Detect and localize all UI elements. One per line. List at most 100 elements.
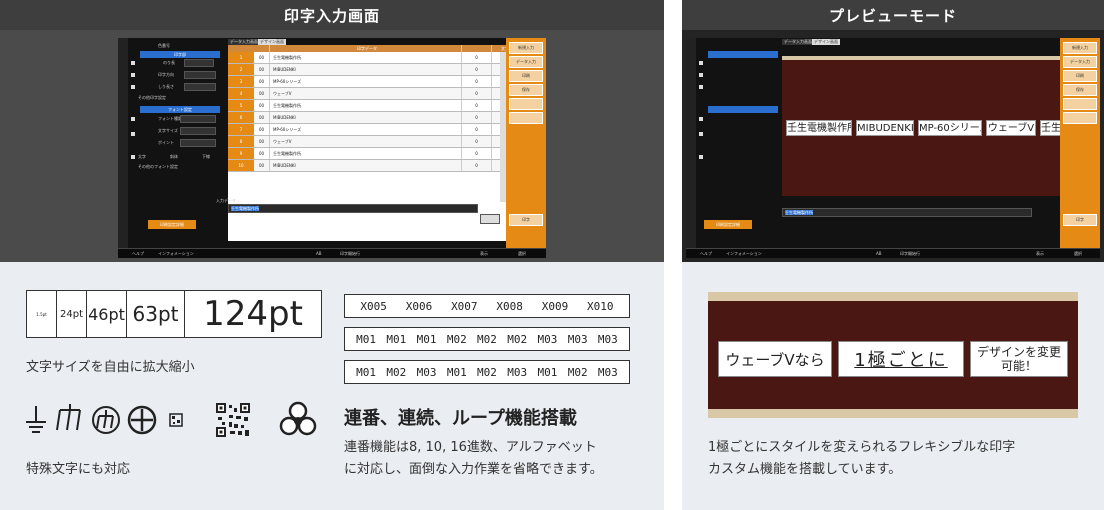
toolbar-button[interactable] [1063,112,1097,124]
preview-label[interactable]: ウェーブV [986,120,1036,136]
toolbar-button[interactable] [509,112,543,124]
prop-field[interactable] [184,83,216,91]
feature-desc: 連番機能は8, 10, 16進数、アルファベット [344,440,597,455]
right-toolbar: 新規入力 データ入力 印刷 保存 印字 [1060,38,1100,258]
checkbox[interactable] [131,117,135,121]
tab-design[interactable]: デザイン画面 [812,39,840,45]
prop-field[interactable] [184,59,214,67]
toolbar-button[interactable]: 新規入力 [1063,42,1097,54]
preview-label[interactable]: MIBUDENKI [856,120,914,136]
circle-plus-icon [127,405,157,435]
frame-ground-icon [56,404,81,431]
toolbar-button[interactable]: 印刷 [1063,70,1097,82]
toolbar-button[interactable]: データ入力 [509,56,543,68]
grid-row[interactable]: 1000MIBUDENKI0[] [228,160,546,172]
sidebar-section-print[interactable]: 印字部 [140,51,220,58]
grid-row[interactable]: 900壬生電機製作所0[] [228,148,546,160]
sequence-item: X005 [360,299,387,313]
custom-label-preview: ウェーブVなら 1極ごとに デザインを変更可能！ [708,292,1078,418]
prop-label[interactable]: その他のフォント設定 [138,164,178,170]
sidebar-section-font[interactable] [708,106,778,113]
grid-row[interactable]: 200MIBUDENKI0[] [228,64,546,76]
preview-label[interactable]: MP-60シリーズ [918,120,982,136]
print-button[interactable]: 印字 [1063,214,1097,226]
sequence-item: M02 [567,365,588,379]
toolbar-button[interactable] [1063,98,1097,110]
small-qr-icon [169,413,183,427]
prop-label: フォント種類 [158,116,182,121]
right-panel: プレビューモード データ入力画面 デザイン画面 壬生電機製作所 MIBUDENK… [682,0,1104,510]
qr-code-icon [216,400,250,440]
tab-data-input[interactable]: データ入力画面 [782,39,814,45]
sequence-item: M01 [356,332,377,346]
size-caption: 文字サイズを自由に拡大縮小 [26,360,195,375]
grid-cell: 00 [254,52,270,63]
grid-row[interactable]: 800ウェーブV0[] [228,136,546,148]
sequence-item: M02 [386,365,407,379]
grid-cell: MIBUDENKI [270,112,462,123]
checkbox[interactable] [131,73,135,77]
sequence-item: M01 [386,332,407,346]
prop-label[interactable]: その他印字設定 [138,95,166,101]
right-panel-title: プレビューモード [682,0,1104,30]
grid-row[interactable]: 700MP-60シリーズ0[] [228,124,546,136]
check-label: 斜体 [170,154,178,159]
prop-label: 色番号 [158,43,170,48]
left-panel-title: 印字入力画面 [0,0,664,30]
grid-cell: 00 [254,124,270,135]
special-caption: 特殊文字にも対応 [26,462,131,477]
custom-label: 1極ごとに [838,341,964,377]
print-settings-button[interactable]: 印刷設定詳細 [704,220,752,229]
checkbox[interactable] [699,85,703,89]
grid-row[interactable]: 400ウェーブV0[] [228,88,546,100]
sequence-item: M01 [416,332,437,346]
size-sample: 46pt [87,291,127,337]
prop-label: 文字サイズ [158,128,178,133]
checkbox[interactable] [131,155,135,159]
feature-desc: に対応し、面倒な入力作業を省略できます。 [344,462,603,477]
prop-field[interactable] [180,127,216,135]
toolbar-button[interactable]: 印刷 [509,70,543,82]
checkbox[interactable] [131,132,135,136]
prop-field[interactable] [184,71,216,79]
check-label: 太字 [138,154,146,159]
print-settings-button[interactable]: 印刷設定詳細 [148,220,196,229]
input-line[interactable]: 壬生電機製作所 [228,204,478,213]
grid-row[interactable]: 100壬生電機製作所0[] [228,52,546,64]
preview-desc: 1極ごとにスタイルを変えられるフレキシブルな印字 [708,440,1016,455]
special-symbols [24,400,214,440]
prop-label: ポイント [158,140,174,145]
preview-label[interactable]: 壬生電機製作所 [786,120,852,136]
grid-row[interactable]: 500壬生電機製作所0[] [228,100,546,112]
grid-row[interactable]: 600MIBUDENKI0[] [228,112,546,124]
size-sample: 63pt [127,291,185,337]
checkbox[interactable] [699,61,703,65]
checkbox[interactable] [131,85,135,89]
checkbox[interactable] [699,73,703,77]
sidebar-section-font[interactable]: フォント設定 [140,106,220,113]
toolbar-button[interactable]: 保存 [509,84,543,96]
prop-field[interactable] [180,139,216,147]
grid-cell: 0 [462,76,492,87]
toolbar-button[interactable]: 新規入力 [509,42,543,54]
toolbar-button[interactable] [509,98,543,110]
checkbox[interactable] [699,155,703,159]
sequence-row: M01 M02 M03 M01 M02 M03 M01 M02 M03 [344,360,630,384]
sidebar-section-print[interactable] [708,51,778,58]
app-left-strip [118,38,128,258]
prop-field[interactable] [180,115,216,123]
sequence-item: M02 [477,365,497,379]
print-button[interactable]: 印字 [509,214,543,226]
toolbar-button[interactable]: データ入力 [1063,56,1097,68]
checkbox[interactable] [699,132,703,136]
sequence-item: M01 [537,365,558,379]
grid-cell: 00 [254,88,270,99]
checkbox[interactable] [699,117,703,121]
toolbar-button[interactable]: 保存 [1063,84,1097,96]
input-line[interactable]: 壬生電機製作所 [782,208,1032,217]
grid-cell: 7 [228,124,254,135]
input-small-field[interactable] [480,214,500,224]
grid-row[interactable]: 300MP-60シリーズ0[] [228,76,546,88]
checkbox[interactable] [131,61,135,65]
grid-cell: 0 [462,88,492,99]
